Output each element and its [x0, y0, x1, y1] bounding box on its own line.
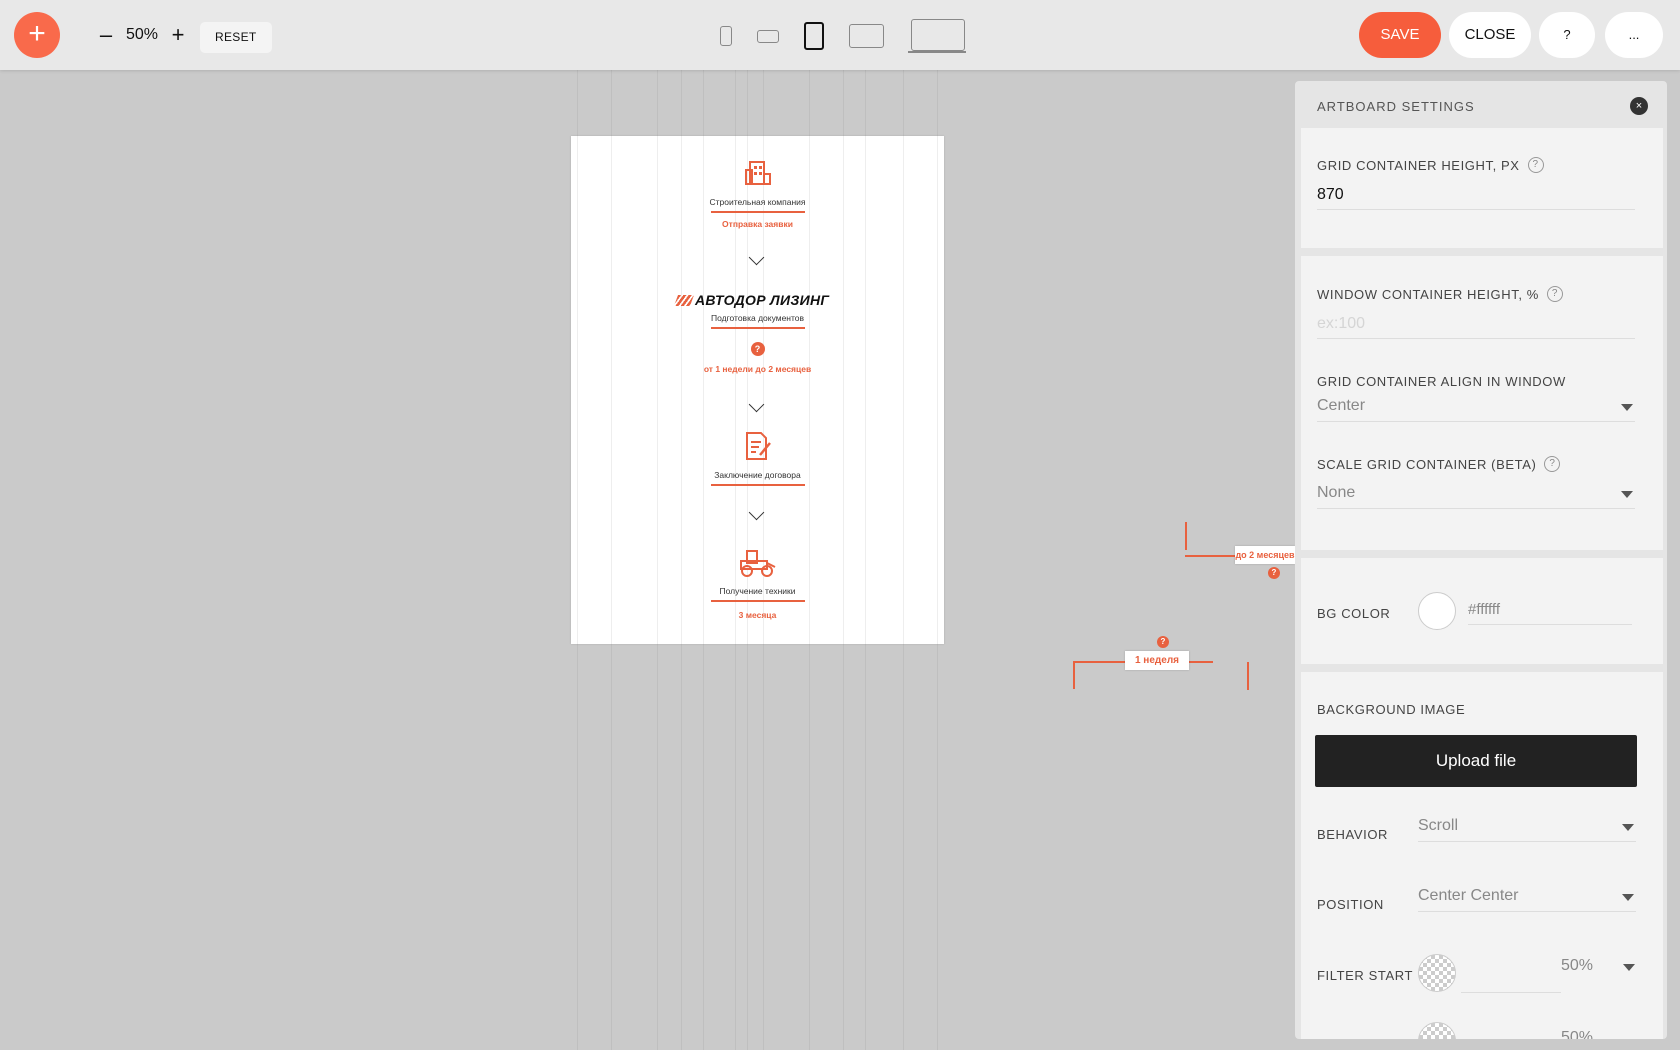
floating-tag-label: 1 неделя [1125, 651, 1189, 670]
phone-landscape-icon[interactable] [757, 29, 779, 43]
filter-end-opacity-select[interactable]: 50% [1561, 1024, 1637, 1039]
window-height-input[interactable] [1317, 309, 1635, 339]
step4-underline [710, 600, 805, 602]
help-icon[interactable]: ? [1546, 286, 1563, 302]
filter-start-label: FILTER START [1317, 968, 1414, 983]
step1-title: Строительная компания [709, 197, 806, 207]
phone-portrait-icon[interactable] [720, 26, 732, 46]
window-settings-card: WINDOW CONTAINER HEIGHT, % ? GRID CONTAI… [1301, 256, 1663, 550]
upload-file-button[interactable]: Upload file [1315, 735, 1637, 787]
device-switcher [720, 18, 966, 54]
step4-accent: 3 месяца [738, 609, 777, 620]
help-button[interactable]: ? [1539, 12, 1595, 58]
window-height-label: WINDOW CONTAINER HEIGHT, % ? [1317, 286, 1563, 302]
step4-title: Получение техники [719, 586, 796, 596]
bg-color-label: BG COLOR [1317, 606, 1391, 621]
bg-image-card: BACKGROUND IMAGE Upload file BEHAVIOR Sc… [1301, 672, 1663, 1039]
position-label: POSITION [1317, 897, 1384, 912]
grid-height-input[interactable] [1317, 180, 1635, 210]
step3-underline [710, 484, 805, 486]
building-icon [744, 161, 771, 185]
bg-color-swatch[interactable] [1418, 592, 1456, 630]
laptop-icon[interactable] [908, 19, 966, 53]
bg-color-input[interactable] [1468, 595, 1632, 625]
tractor-icon [739, 550, 775, 577]
floating-help-icon[interactable]: ? [1268, 567, 1280, 579]
step-contract: Заключение договора [571, 431, 944, 486]
caret-down-icon [1621, 491, 1633, 498]
caret-down-icon [1622, 894, 1634, 901]
zoom-out-button[interactable]: – [98, 24, 114, 46]
tablet-portrait-icon[interactable] [804, 22, 824, 50]
add-block-button[interactable]: + [14, 12, 60, 58]
step-documents: Подготовка документов ? от 1 недели до 2… [571, 313, 944, 374]
grid-height-label: GRID CONTAINER HEIGHT, PX ? [1317, 157, 1544, 173]
caret-down-icon [1623, 964, 1635, 971]
caret-down-icon [1622, 824, 1634, 831]
caret-down-icon [1621, 404, 1633, 411]
logo-mark-icon [673, 294, 695, 306]
artboard-settings-panel: ARTBOARD SETTINGS × GRID CONTAINER HEIGH… [1295, 81, 1667, 1039]
step2-underline [710, 327, 805, 329]
step2-title: Подготовка документов [710, 313, 805, 323]
reset-zoom-button[interactable]: RESET [200, 22, 272, 53]
logo-text: АВТОДОР ЛИЗИНГ [695, 292, 830, 308]
scale-label: SCALE GRID CONTAINER (BETA) ? [1317, 456, 1561, 472]
filter-end-swatch[interactable] [1418, 1022, 1456, 1039]
bg-color-card: BG COLOR [1301, 558, 1663, 664]
grid-height-card: GRID CONTAINER HEIGHT, PX ? [1301, 128, 1663, 248]
save-button[interactable]: SAVE [1359, 12, 1441, 58]
behavior-select[interactable]: Scroll [1418, 812, 1636, 842]
step3-title: Заключение договора [714, 470, 801, 480]
filter-start-swatch[interactable] [1418, 954, 1456, 992]
step2-help-icon[interactable]: ? [750, 341, 765, 356]
scale-select[interactable]: None [1317, 479, 1635, 509]
top-toolbar: + – 50% + RESET SAVE CLOSE ? ... [0, 0, 1680, 70]
artboard[interactable]: Строительная компания Отправка заявки АВ… [571, 136, 944, 644]
step-equipment: Получение техники 3 месяца [571, 549, 944, 620]
bg-image-label: BACKGROUND IMAGE [1317, 702, 1466, 717]
panel-title: ARTBOARD SETTINGS [1317, 99, 1475, 114]
position-select[interactable]: Center Center [1418, 882, 1636, 912]
align-label: GRID CONTAINER ALIGN IN WINDOW [1317, 374, 1566, 389]
filter-start-opacity-select[interactable]: 50% [1561, 952, 1637, 982]
close-icon[interactable]: × [1630, 97, 1648, 115]
help-icon[interactable]: ? [1544, 456, 1561, 472]
step1-underline [710, 211, 805, 213]
close-button[interactable]: CLOSE [1449, 12, 1531, 58]
zoom-control: – 50% + [98, 22, 186, 48]
help-icon[interactable]: ? [1527, 157, 1544, 173]
step-building: Строительная компания Отправка заявки [571, 158, 944, 229]
zoom-level: 50% [126, 26, 159, 43]
floating-tag-label: до 2 месяцев [1235, 546, 1295, 564]
behavior-label: BEHAVIOR [1317, 827, 1389, 842]
tablet-landscape-icon[interactable] [849, 24, 884, 48]
contract-icon [745, 432, 771, 460]
align-select[interactable]: Center [1317, 392, 1635, 422]
leasing-logo: АВТОДОР ЛИЗИНГ [673, 292, 830, 308]
step1-accent: Отправка заявки [722, 218, 793, 229]
more-menu-button[interactable]: ... [1605, 12, 1663, 58]
step2-accent: от 1 недели до 2 месяцев [703, 363, 812, 374]
floating-help-icon[interactable]: ? [1157, 636, 1169, 648]
zoom-in-button[interactable]: + [170, 24, 186, 46]
